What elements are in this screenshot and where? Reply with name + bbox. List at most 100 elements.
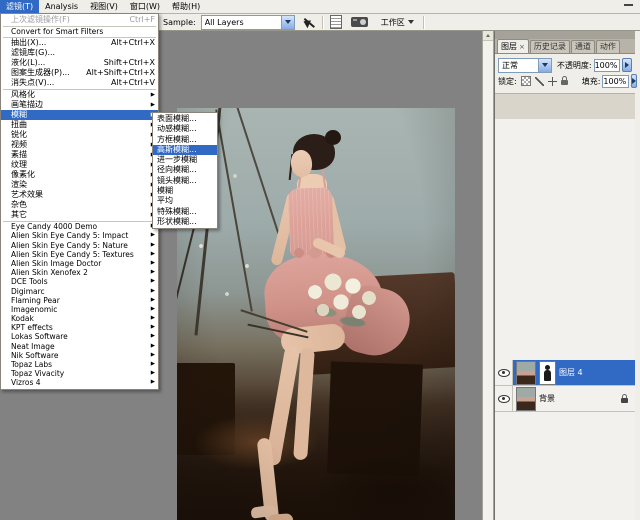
blur-submenu-item[interactable]: 高斯模糊... xyxy=(153,145,217,155)
blur-submenu-item[interactable]: 特殊模糊... xyxy=(153,207,217,217)
filter-menu-item[interactable]: 纹理▶ xyxy=(1,160,158,170)
filter-menu-item[interactable]: 杂色▶ xyxy=(1,200,158,210)
blur-submenu-item[interactable]: 径向模糊... xyxy=(153,165,217,175)
tab-close-icon[interactable]: × xyxy=(519,41,525,53)
filter-menu-item[interactable]: 液化(L)...Shift+Ctrl+X xyxy=(1,58,158,68)
filter-menu-item[interactable]: KPT effects▶ xyxy=(1,323,158,332)
menu-item-label: KPT effects xyxy=(11,323,148,332)
filter-menu-item[interactable]: 扭曲▶ xyxy=(1,120,158,130)
filter-menu-item[interactable]: Nik Software▶ xyxy=(1,351,158,360)
menubar-item[interactable]: 窗口(W) xyxy=(124,0,166,13)
blur-submenu-item[interactable]: 平均 xyxy=(153,196,217,206)
dropdown-arrow-icon[interactable] xyxy=(281,16,294,29)
layer-row[interactable]: 背景 xyxy=(495,386,635,412)
filter-menu-item[interactable]: 抽出(X)...Alt+Ctrl+X xyxy=(1,38,158,48)
workspace-button[interactable]: 工作区 xyxy=(378,16,417,29)
eye-icon[interactable] xyxy=(498,369,510,377)
filter-menu-item[interactable]: Vizros 4▶ xyxy=(1,378,158,387)
layer-name: 背景 xyxy=(539,393,555,404)
filter-menu-item[interactable]: 图案生成器(P)...Alt+Shift+Ctrl+X xyxy=(1,68,158,78)
document-scrollbar[interactable] xyxy=(482,30,494,520)
fill-value[interactable]: 100% xyxy=(602,75,629,88)
fill-slider-icon[interactable] xyxy=(631,74,637,88)
layer-row-body[interactable]: 图层 4 xyxy=(513,360,635,386)
filter-menu-item[interactable]: Convert for Smart Filters xyxy=(1,27,158,36)
opacity-slider-icon[interactable] xyxy=(622,58,632,72)
filter-menu-item[interactable]: Alien Skin Eye Candy 5: Impact▶ xyxy=(1,231,158,240)
filter-menu-item[interactable]: 像素化▶ xyxy=(1,170,158,180)
menubar-item[interactable]: 视图(V) xyxy=(84,0,124,13)
menu-item-label: Alien Skin Eye Candy 5: Impact xyxy=(11,231,148,240)
tab-actions[interactable]: 动作 xyxy=(596,40,620,53)
lock-pixels-icon[interactable] xyxy=(535,77,544,86)
blur-submenu-item[interactable]: 表面模糊... xyxy=(153,114,217,124)
blur-submenu-item[interactable]: 形状模糊... xyxy=(153,217,217,227)
blur-submenu-item[interactable]: 镜头模糊... xyxy=(153,176,217,186)
document-image[interactable] xyxy=(177,108,455,520)
tab-history[interactable]: 历史记录 xyxy=(530,40,570,53)
filter-menu-item[interactable]: Digimarc▶ xyxy=(1,287,158,296)
layer-mask-thumbnail[interactable] xyxy=(539,361,556,385)
filter-menu-item[interactable]: Alien Skin Eye Candy 5: Textures▶ xyxy=(1,250,158,259)
menu-item-label: Topaz Labs xyxy=(11,360,148,369)
lock-transparency-icon[interactable] xyxy=(521,76,531,86)
filter-menu-item[interactable]: Topaz Labs▶ xyxy=(1,360,158,369)
filter-menu-item[interactable]: 风格化▶ xyxy=(1,90,158,100)
minimize-icon[interactable] xyxy=(624,4,633,6)
filter-menu-item[interactable]: Flaming Pear▶ xyxy=(1,296,158,305)
filter-menu-item[interactable]: 上次滤镜操作(F)Ctrl+F xyxy=(1,15,158,25)
tab-channels[interactable]: 通道 xyxy=(571,40,595,53)
filter-menu-item[interactable]: 素描▶ xyxy=(1,150,158,160)
menu-item-label: 图案生成器(P)... xyxy=(11,68,82,78)
dropdown-arrow-icon[interactable] xyxy=(538,59,551,72)
filter-menu-item[interactable]: 艺术效果▶ xyxy=(1,190,158,200)
menubar-item[interactable]: Analysis xyxy=(39,0,84,13)
scrollbar-up-icon[interactable] xyxy=(483,30,493,41)
eye-icon[interactable] xyxy=(498,395,510,403)
menu-item-label: 液化(L)... xyxy=(11,58,100,68)
menubar-item[interactable]: 帮助(H) xyxy=(166,0,206,13)
filter-menu-item[interactable]: 其它▶ xyxy=(1,210,158,220)
palette-well-icon[interactable] xyxy=(330,15,342,29)
blur-submenu-item[interactable]: 模糊 xyxy=(153,186,217,196)
menubar-item[interactable]: 滤镜(T) xyxy=(0,0,39,13)
sampling-ring-icon[interactable] xyxy=(303,16,316,29)
layer-row-body[interactable]: 背景 xyxy=(513,386,635,412)
filter-menu-item[interactable]: Kodak▶ xyxy=(1,314,158,323)
layer-row[interactable]: 图层 4 xyxy=(495,360,635,386)
filter-menu-item[interactable]: 滤镜库(G)... xyxy=(1,48,158,58)
blur-submenu-item[interactable]: 方框模糊... xyxy=(153,135,217,145)
blur-submenu-item[interactable]: 进一步模糊 xyxy=(153,155,217,165)
filter-menu-item[interactable]: Topaz Vivacity▶ xyxy=(1,369,158,378)
filter-menu-item[interactable]: Alien Skin Xenofex 2▶ xyxy=(1,268,158,277)
blend-mode-dropdown[interactable]: 正常 xyxy=(498,58,552,73)
fill-label: 填充: xyxy=(582,76,601,87)
lock-all-icon[interactable] xyxy=(561,80,568,85)
filter-menu-item[interactable]: 模糊▶ xyxy=(1,110,158,120)
filter-menu-item[interactable]: 渲染▶ xyxy=(1,180,158,190)
filter-menu-item[interactable]: 锐化▶ xyxy=(1,130,158,140)
visibility-cell[interactable] xyxy=(495,386,513,412)
blur-submenu-item[interactable]: 动感模糊... xyxy=(153,124,217,134)
sample-dropdown[interactable]: All Layers xyxy=(201,15,295,30)
layer-thumbnail[interactable] xyxy=(516,361,536,385)
lock-position-icon[interactable] xyxy=(548,77,557,86)
filter-menu-item[interactable]: Neat Image▶ xyxy=(1,342,158,351)
filter-menu-item[interactable]: Alien Skin Image Doctor▶ xyxy=(1,259,158,268)
filter-menu-item[interactable]: 消失点(V)...Alt+Ctrl+V xyxy=(1,78,158,88)
menu-item-label: 艺术效果 xyxy=(11,190,148,200)
tab-layers[interactable]: 图层× xyxy=(497,39,529,53)
bridge-icon[interactable] xyxy=(351,17,368,27)
filter-menu-item[interactable]: Lokas Software▶ xyxy=(1,332,158,341)
filter-menu-item[interactable]: 视频▶ xyxy=(1,140,158,150)
visibility-cell[interactable] xyxy=(495,360,513,386)
layer-thumbnail[interactable] xyxy=(516,387,536,411)
filter-menu-item[interactable]: DCE Tools▶ xyxy=(1,277,158,286)
filter-menu-item[interactable]: Eye Candy 4000 Demo▶ xyxy=(1,222,158,231)
submenu-arrow-icon: ▶ xyxy=(148,342,155,351)
blend-mode-value: 正常 xyxy=(499,60,538,71)
filter-menu-item[interactable]: Imagenomic▶ xyxy=(1,305,158,314)
filter-menu-item[interactable]: 画笔描边▶ xyxy=(1,100,158,110)
filter-menu-item[interactable]: Alien Skin Eye Candy 5: Nature▶ xyxy=(1,241,158,250)
opacity-value[interactable]: 100% xyxy=(594,59,621,72)
